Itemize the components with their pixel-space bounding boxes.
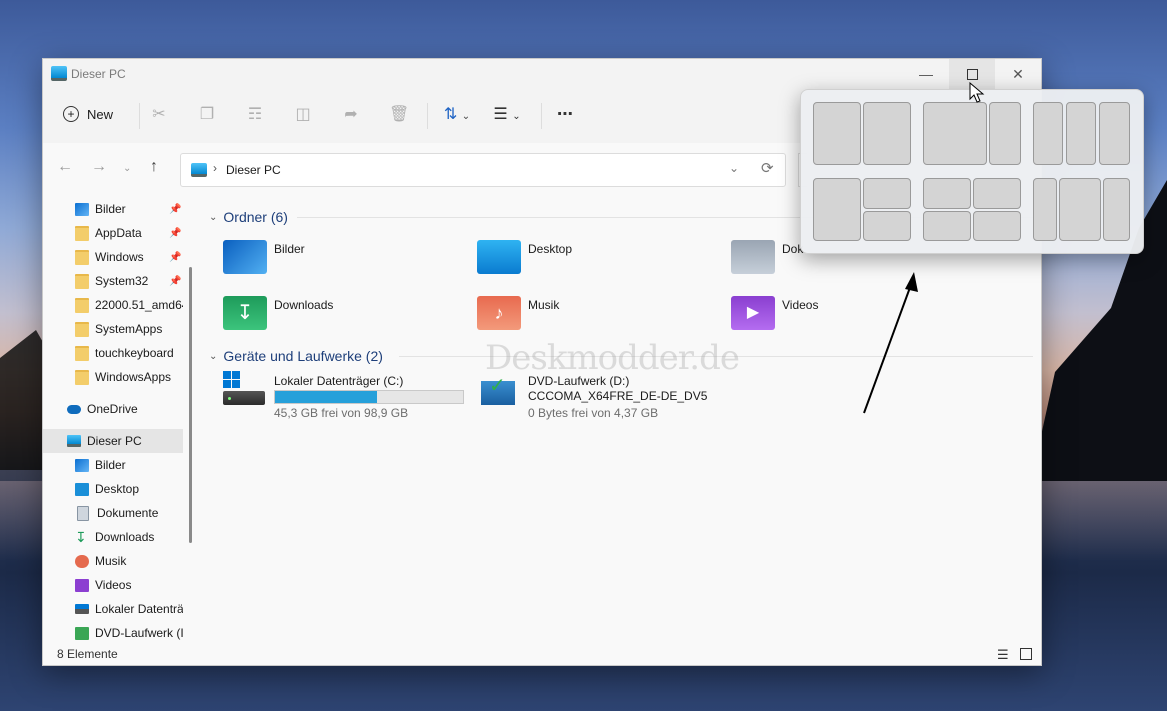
mouse-cursor-icon [969,82,985,103]
annotation-arrow [863,272,918,414]
